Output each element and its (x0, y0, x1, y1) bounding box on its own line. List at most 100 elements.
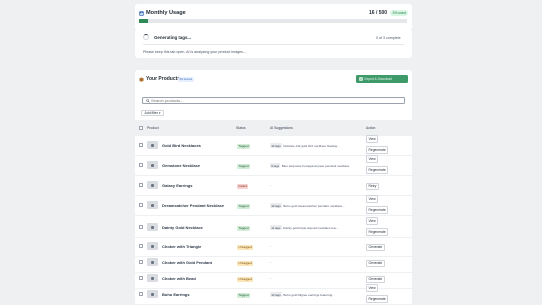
ai-suggestion: 10 tags Boho gold dreamcatcher pendant ne… (270, 203, 362, 208)
product-search-box[interactable] (142, 97, 405, 104)
generation-note: Please keep this tab open. AI is analyzi… (143, 50, 246, 54)
table-row[interactable]: Gemstone Necklace Tagged 9 tags Blue turquo… (135, 155, 412, 176)
product-name: Choker with Bead (162, 276, 196, 281)
suggestion-text: Delicate 14k gold bird necklace floating… (283, 143, 340, 148)
product-thumbnail (147, 258, 158, 266)
row-checkbox[interactable] (139, 203, 143, 207)
product-name: Gold Bird Necklaces (162, 143, 201, 148)
product-thumbnail (147, 290, 158, 298)
chevron-down-icon: ▾ (158, 111, 161, 115)
product-name: Gemstone Necklace (162, 163, 201, 168)
product-name: Dreamcatcher Pendant Necklace (162, 203, 225, 208)
status-badge: Untagged (237, 260, 254, 267)
download-icon (359, 76, 363, 81)
suggestion-text: - (270, 183, 272, 187)
view-button[interactable]: View (366, 135, 379, 143)
products-title: Your Products (139, 76, 180, 82)
column-product: Product (147, 126, 159, 130)
regenerate-button[interactable]: Regenerate (366, 228, 389, 236)
tag-count-badge: 10 tags (270, 203, 282, 208)
ai-suggestion: 11 tags Dainty gold triple-layered neckla… (270, 225, 362, 230)
view-button[interactable]: View (366, 195, 379, 203)
suggestion-text: - (270, 276, 272, 280)
monthly-usage-card: Monthly Usage 16 / 500 3% used (135, 4, 412, 30)
column-action: Action (366, 126, 376, 130)
suggestion-text: Boho gold dreamcatcher pendant necklace.… (283, 203, 345, 208)
generate-button[interactable]: Generate (366, 243, 385, 252)
status-badge: Untagged (237, 244, 254, 251)
regenerate-button[interactable]: Regenerate (366, 295, 389, 303)
row-checkbox[interactable] (139, 260, 143, 264)
ai-suggestion: - (270, 244, 362, 248)
suggestion-text: Boho gold filigree earrings featuring... (283, 292, 335, 297)
view-button[interactable]: View (366, 217, 379, 225)
regenerate-button[interactable]: Regenerate (366, 206, 389, 214)
table-row[interactable]: Galaxy Earrings Failed - Retry (135, 176, 412, 196)
search-icon (146, 98, 150, 103)
product-name: Dainty Gold Necklace (162, 225, 203, 230)
status-badge: Tagged (237, 225, 251, 232)
export-download-button[interactable]: Export & Download (356, 75, 408, 83)
ai-suggestion: 9 tags Blue turquoise hexagonal pave pend… (270, 163, 362, 168)
product-name: Choker with Triangle (162, 244, 202, 249)
retry-button[interactable]: Retry (366, 182, 379, 191)
column-ai-suggestions: AI Suggestions (270, 126, 293, 130)
select-all-checkbox[interactable] (139, 125, 143, 130)
row-checkbox[interactable] (139, 244, 143, 248)
product-thumbnail (147, 161, 158, 169)
table-header: Product Status AI Suggestions Action (135, 120, 412, 136)
status-badge: Failed (237, 183, 249, 190)
status-badge: Tagged (237, 292, 251, 299)
table-row[interactable]: Gold Bird Necklaces Tagged 10 tags Delicate… (135, 135, 412, 156)
tag-count-badge: 10 tags (270, 292, 282, 297)
status-badge: Tagged (237, 163, 251, 170)
tag-count-badge: 10 tags (270, 143, 282, 148)
product-thumbnail (147, 242, 158, 250)
row-checkbox[interactable] (139, 292, 143, 296)
suggestion-text: Dainty gold triple-layered necklace fea.… (283, 225, 339, 230)
ai-suggestion: 10 tags Delicate 14k gold bird necklace f… (270, 143, 362, 148)
ai-suggestion: - (270, 183, 362, 187)
add-filter-label: Add filter (144, 111, 158, 115)
table-row[interactable]: Boho Earrings Tagged 10 tags Boho gold fili… (135, 284, 412, 305)
usage-count: 16 / 500 (369, 10, 388, 16)
row-checkbox[interactable] (139, 163, 143, 167)
row-checkbox[interactable] (139, 225, 143, 229)
tag-count-badge: 9 tags (270, 163, 281, 168)
loading-spinner-icon (143, 34, 149, 40)
generate-button[interactable]: Generate (366, 259, 385, 268)
products-card: Your Products 20 stored Export & Downloa… (135, 70, 412, 305)
add-filter-button[interactable]: Add filter ▾ (141, 110, 164, 116)
status-badge: Tagged (237, 143, 251, 150)
generation-progress-card: Generating tags... 0 of 3 complete Pleas… (135, 29, 412, 58)
product-name: Choker with Gold Pendant (162, 260, 213, 265)
search-input[interactable] (151, 98, 391, 103)
usage-progress-fill (139, 19, 148, 23)
suggestion-text: Blue turquoise hexagonal pave pendant ne… (281, 163, 350, 168)
product-thumbnail (147, 181, 158, 189)
bar-chart-icon (139, 10, 144, 16)
status-badge: Tagged (237, 203, 251, 210)
row-checkbox[interactable] (139, 276, 143, 280)
generate-button[interactable]: Generate (366, 275, 385, 284)
product-thumbnail (147, 201, 158, 209)
table-row[interactable]: Dreamcatcher Pendant Necklace Tagged 10 ta… (135, 195, 412, 216)
usage-title-text: Monthly Usage (146, 10, 186, 16)
table-row[interactable]: Dainty Gold Necklace Tagged 11 tags Dainty … (135, 217, 412, 238)
usage-badge: 3% used (390, 9, 409, 16)
product-name: Boho Earrings (162, 292, 190, 297)
product-name: Galaxy Earrings (162, 183, 193, 188)
generation-count: 0 of 3 complete (376, 35, 401, 40)
row-checkbox[interactable] (139, 183, 143, 187)
generation-progress-bar (143, 43, 404, 45)
row-checkbox[interactable] (139, 143, 143, 147)
view-button[interactable]: View (366, 155, 379, 163)
tag-count-badge: 11 tags (270, 225, 282, 230)
regenerate-button[interactable]: Regenerate (366, 166, 389, 174)
product-thumbnail (147, 274, 158, 282)
product-thumbnail (147, 223, 158, 231)
products-count-badge: 20 stored (178, 76, 194, 83)
regenerate-button[interactable]: Regenerate (366, 146, 389, 154)
ai-suggestion: - (270, 260, 362, 264)
view-button[interactable]: View (366, 284, 379, 292)
